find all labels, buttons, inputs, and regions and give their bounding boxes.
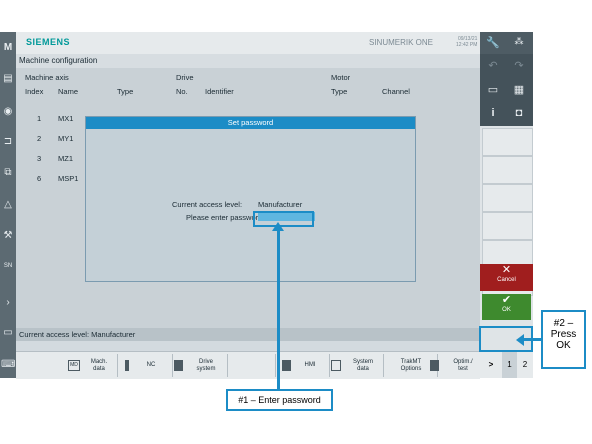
message-bar xyxy=(16,341,480,351)
row-index: 6 xyxy=(37,174,42,183)
password-arrow-head xyxy=(272,222,284,231)
col-channel: Channel xyxy=(382,87,410,96)
close-icon: ✕ xyxy=(501,264,512,276)
right-top-bar: 🔧 ⁂ xyxy=(480,32,533,54)
drive-icon xyxy=(174,360,183,371)
checkmark-icon: ✔ xyxy=(501,294,512,306)
nc-icon xyxy=(125,360,129,371)
divider xyxy=(172,354,173,377)
section-title: Machine configuration xyxy=(16,54,480,68)
settings-grid-icon[interactable]: ⁂ xyxy=(506,36,532,47)
divider xyxy=(227,354,228,377)
header-bar: SIEMENS SINUMERIK ONE 09/13/21 12:42 PM xyxy=(16,32,480,55)
next-page-button[interactable]: > xyxy=(480,351,502,378)
row-name[interactable]: MY1 xyxy=(58,134,73,143)
col-type: Type xyxy=(117,87,134,96)
softkey-label: HMI xyxy=(304,362,316,368)
group-header-axis: Machine axis xyxy=(25,73,69,82)
undo-icon[interactable]: ↶ xyxy=(480,59,506,72)
hmi-icon xyxy=(282,360,291,371)
softkey-label: Drive system xyxy=(196,358,216,372)
ok-arrow-head xyxy=(516,334,524,346)
keyboard-icon[interactable]: ⌨ xyxy=(1,358,15,372)
time: 12:42 PM xyxy=(456,42,478,48)
system-data-icon xyxy=(331,360,341,371)
press-ok-callout: #2 – Press OK xyxy=(541,310,586,369)
softkey-label: Optim./test xyxy=(453,358,473,372)
page-1-button[interactable]: 1 xyxy=(502,351,517,378)
group-header-drive: Drive xyxy=(176,73,194,82)
program-icon[interactable]: ▤ xyxy=(1,72,15,86)
enter-password-callout: #1 – Enter password xyxy=(226,389,333,411)
camera-icon[interactable]: ◘ xyxy=(506,107,532,119)
row-index: 1 xyxy=(37,114,42,123)
row-index: 3 xyxy=(37,154,42,163)
info-row: i ◘ xyxy=(480,102,533,126)
row-name[interactable]: MSP1 xyxy=(58,174,78,183)
set-password-dialog: Set password Current access level: Manuf… xyxy=(85,116,416,282)
left-vertical-bar: M ▤ ◉ ⊐ ⧉ △ ⚒ SN › ▭ ⌨ xyxy=(0,32,16,378)
col-name: Name xyxy=(58,87,79,96)
divider xyxy=(275,354,276,377)
softkey-label: System data xyxy=(352,358,373,372)
group-header-motor: Motor xyxy=(331,73,351,82)
message-icon[interactable]: ▭ xyxy=(1,326,15,340)
softkey-hmi[interactable]: HMI xyxy=(278,352,330,379)
access-level-status: Current access level: Manufacturer xyxy=(16,328,480,341)
password-arrow-line xyxy=(277,230,280,390)
cancel-button[interactable]: ✕ Cancel xyxy=(480,264,533,291)
vertical-softkey-3[interactable] xyxy=(482,184,533,212)
copy-icon[interactable]: ⧉ xyxy=(1,166,15,180)
info-icon[interactable]: i xyxy=(480,107,506,119)
softkey-optim-test[interactable]: Optim./test xyxy=(428,352,480,379)
vertical-softkey-4[interactable] xyxy=(482,212,533,240)
ok-label: OK xyxy=(502,307,511,313)
softkey-system-data[interactable]: System data xyxy=(331,352,383,379)
screen-icon[interactable]: ▭ xyxy=(480,83,506,96)
md-icon: MD xyxy=(68,360,80,371)
offset-icon[interactable]: ◉ xyxy=(1,105,15,119)
ok-button[interactable]: ✔ OK xyxy=(482,294,531,320)
softkey-nc[interactable]: NC xyxy=(119,352,171,379)
expand-arrow-icon[interactable]: › xyxy=(1,296,15,310)
row-name[interactable]: MZ1 xyxy=(58,154,73,163)
cancel-label: Cancel xyxy=(497,277,516,283)
sinumerik-icon[interactable]: SN xyxy=(1,259,15,273)
row-name[interactable]: MX1 xyxy=(58,114,73,123)
wrench-icon[interactable]: 🔧 xyxy=(480,36,506,49)
softkey-mach-data[interactable]: MD Mach. data xyxy=(64,352,116,379)
divider xyxy=(117,354,118,377)
col-identifier: Identifier xyxy=(205,87,234,96)
calculator-icon[interactable]: ▦ xyxy=(506,83,532,96)
current-level-value: Manufacturer xyxy=(258,200,303,209)
ok-arrow-line xyxy=(521,338,541,341)
dialog-title: Set password xyxy=(86,117,415,129)
softkey-label: TrakMT Options xyxy=(400,358,422,372)
display-row: ▭ ▦ xyxy=(480,78,533,102)
divider xyxy=(383,354,384,377)
optim-icon xyxy=(430,360,439,371)
m-icon[interactable]: M xyxy=(1,41,15,55)
vertical-softkey-1[interactable] xyxy=(482,128,533,156)
col-index: Index xyxy=(25,87,44,96)
divider xyxy=(329,354,330,377)
row-index: 2 xyxy=(37,134,42,143)
softkey-drive-system[interactable]: Drive system xyxy=(174,352,226,379)
col-motor-type: Type xyxy=(331,87,348,96)
siemens-logo: SIEMENS xyxy=(26,37,71,47)
product-name: SINUMERIK ONE xyxy=(369,38,434,47)
edit-icon[interactable]: ⊐ xyxy=(1,135,15,149)
wrench-icon[interactable]: ⚒ xyxy=(1,229,15,243)
col-no: No. xyxy=(176,87,188,96)
softkey-label: NC xyxy=(146,362,156,368)
datetime: 09/13/21 12:42 PM xyxy=(456,36,477,48)
undo-redo-row: ↶ ↷ xyxy=(480,54,533,78)
page-2-button[interactable]: 2 xyxy=(517,351,533,378)
horizontal-softkey-bar: MD Mach. data NC Drive system HMI System da… xyxy=(16,351,480,379)
current-level-label: Current access level: xyxy=(172,200,243,209)
warning-icon[interactable]: △ xyxy=(1,198,15,212)
redo-icon[interactable]: ↷ xyxy=(506,59,532,72)
vertical-softkey-2[interactable] xyxy=(482,156,533,184)
softkey-label: Mach. data xyxy=(90,358,108,372)
